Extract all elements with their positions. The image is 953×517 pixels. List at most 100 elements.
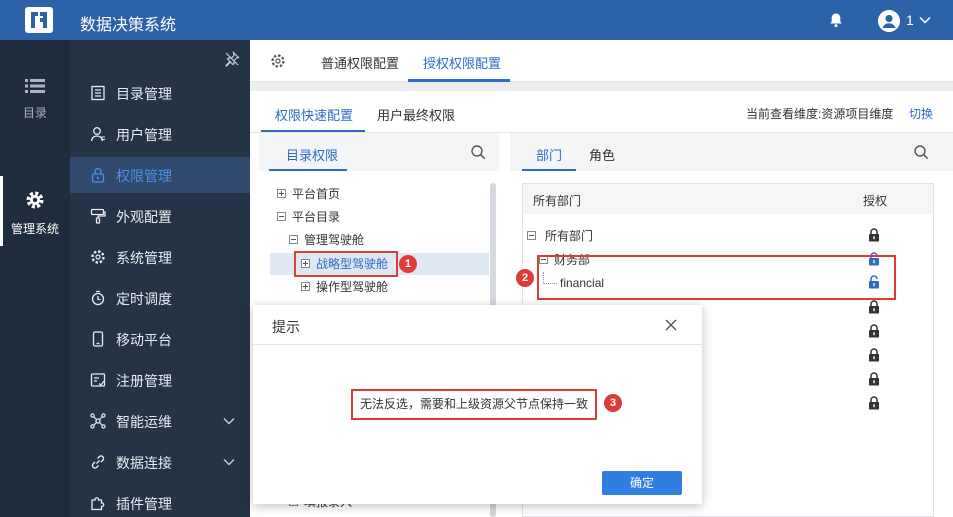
- tab-grant-permission[interactable]: 授权权限配置: [423, 53, 501, 72]
- register-icon: [90, 373, 106, 387]
- nav-item-label: 插件管理: [116, 496, 172, 512]
- rail-item-catalog[interactable]: 目录: [0, 78, 70, 121]
- catalog-title[interactable]: 目录权限: [286, 145, 338, 164]
- tree-node[interactable]: 平台首页: [277, 183, 477, 205]
- column-header-departments: 所有部门: [533, 194, 582, 208]
- bell-icon[interactable]: [828, 12, 844, 28]
- lock-icon[interactable]: [868, 396, 880, 410]
- nav-item-mobile-platform[interactable]: 移动平台: [70, 321, 250, 357]
- expand-toggle[interactable]: [277, 189, 286, 198]
- dialog-header: 提示: [253, 305, 702, 345]
- close-icon[interactable]: [664, 318, 678, 332]
- nav-item-catalog-management[interactable]: 目录管理: [70, 75, 250, 111]
- nav-item-smart-ops[interactable]: 智能运维: [70, 403, 250, 439]
- tab-quick-config[interactable]: 权限快速配置: [275, 105, 353, 124]
- dialog-message: 无法反选，需要和上级资源父节点保持一致: [351, 389, 597, 420]
- gear-icon: [26, 191, 44, 209]
- lock-icon[interactable]: [868, 228, 880, 242]
- brush-icon: [90, 208, 106, 224]
- tab-normal-permission[interactable]: 普通权限配置: [321, 53, 399, 72]
- collapse-toggle[interactable]: [289, 235, 298, 244]
- nav-item-data-connection[interactable]: 数据连接: [70, 444, 250, 480]
- mobile-icon: [92, 331, 104, 347]
- lock-icon[interactable]: [868, 372, 880, 386]
- alert-dialog: 提示 无法反选，需要和上级资源父节点保持一致 3 确定: [253, 305, 702, 504]
- dialog-title: 提示: [272, 319, 300, 335]
- network-icon: [90, 413, 106, 429]
- nav-item-system-management[interactable]: 系统管理: [70, 239, 250, 275]
- search-icon[interactable]: [470, 144, 486, 160]
- nav-item-user-management[interactable]: 用户管理: [70, 116, 250, 152]
- department-table-header: 所有部门 授权: [523, 184, 933, 214]
- timer-icon: [91, 290, 105, 306]
- avatar[interactable]: [878, 10, 900, 32]
- current-dimension-text: 当前查看维度:资源项目维度: [746, 107, 894, 121]
- department-name: 所有部门: [545, 229, 594, 243]
- tab-final-permission[interactable]: 用户最终权限: [377, 105, 455, 124]
- nav-item-permission-management[interactable]: 权限管理: [70, 157, 250, 193]
- lock-icon[interactable]: [868, 348, 880, 362]
- nav-item-label: 数据连接: [116, 455, 172, 471]
- tree-node[interactable]: 平台目录: [277, 206, 477, 228]
- tree-node-label: 管理驾驶舱: [304, 233, 365, 247]
- puzzle-icon: [91, 497, 105, 511]
- config-tab-bar: 普通权限配置 授权权限配置: [250, 40, 953, 82]
- collapse-toggle[interactable]: [277, 212, 286, 221]
- settings-icon[interactable]: [270, 53, 286, 69]
- top-bar: 数据决策系统 1: [0, 0, 953, 40]
- tree-node[interactable]: 操作型驾驶舱: [301, 276, 481, 298]
- chevron-down-icon: [223, 418, 235, 425]
- nav-item-label: 目录管理: [116, 86, 172, 102]
- catalog-tab-indicator: [269, 169, 347, 171]
- nav-item-label: 移动平台: [116, 332, 172, 348]
- nav-item-label: 权限管理: [116, 168, 172, 184]
- tree-node-label: 平台目录: [292, 210, 341, 224]
- pin-icon[interactable]: [224, 51, 240, 67]
- nav-item-appearance-config[interactable]: 外观配置: [70, 198, 250, 234]
- app-title: 数据决策系统: [80, 17, 177, 34]
- left-rail: 目录 管理系统: [0, 40, 70, 517]
- column-header-authorize: 授权: [863, 194, 888, 208]
- app-logo-icon: [25, 7, 53, 33]
- user-icon: [90, 127, 105, 142]
- switch-dimension-link[interactable]: 切换: [909, 105, 933, 122]
- catalog-header: 目录权限: [259, 133, 499, 171]
- nav-menu: 目录管理 用户管理 权限管理 外观配置 系统管理 定时调度 移动平台 注册管理 …: [70, 40, 250, 517]
- rail-item-management[interactable]: 管理系统: [0, 176, 70, 246]
- active-tab-indicator: [408, 79, 510, 82]
- lock-icon: [91, 167, 105, 183]
- nav-item-label: 用户管理: [116, 127, 172, 143]
- nav-item-scheduled-task[interactable]: 定时调度: [70, 280, 250, 316]
- chevron-down-icon: [223, 459, 235, 466]
- lock-icon[interactable]: [868, 300, 880, 314]
- expand-toggle[interactable]: [301, 282, 310, 291]
- nav-item-registration-management[interactable]: 注册管理: [70, 362, 250, 398]
- collapse-toggle[interactable]: [527, 231, 536, 240]
- catalog-icon: [91, 85, 105, 101]
- tree-node-label: 平台首页: [292, 187, 341, 201]
- nav-item-label: 外观配置: [116, 209, 172, 225]
- active-subtab-indicator: [261, 130, 365, 132]
- tab-department[interactable]: 部门: [536, 145, 562, 164]
- tree-node[interactable]: 管理驾驶舱: [289, 229, 479, 251]
- highlight-box-2: [537, 255, 896, 300]
- confirm-button[interactable]: 确定: [602, 471, 682, 495]
- sub-tab-bar: 权限快速配置 用户最终权限 当前查看维度:资源项目维度 切换: [250, 91, 953, 133]
- step-badge-2: 2: [516, 269, 534, 287]
- department-tab-indicator: [522, 169, 576, 171]
- username[interactable]: 1: [906, 12, 914, 28]
- search-icon[interactable]: [913, 144, 929, 160]
- department-header: 部门 角色: [510, 133, 953, 171]
- nav-item-label: 智能运维: [116, 414, 172, 430]
- nav-item-label: 注册管理: [116, 373, 172, 389]
- lock-icon[interactable]: [868, 324, 880, 338]
- chevron-down-icon[interactable]: [918, 13, 932, 27]
- tab-role[interactable]: 角色: [589, 145, 615, 164]
- step-badge-1: 1: [399, 255, 417, 273]
- rail-item-catalog-label: 目录: [22, 106, 47, 120]
- table-row: 所有部门: [527, 225, 927, 247]
- highlight-box-1: [294, 251, 398, 277]
- tree-node-label: 操作型驾驶舱: [316, 280, 389, 294]
- nav-item-plugin-management[interactable]: 插件管理: [70, 485, 250, 517]
- settings-icon: [91, 250, 105, 264]
